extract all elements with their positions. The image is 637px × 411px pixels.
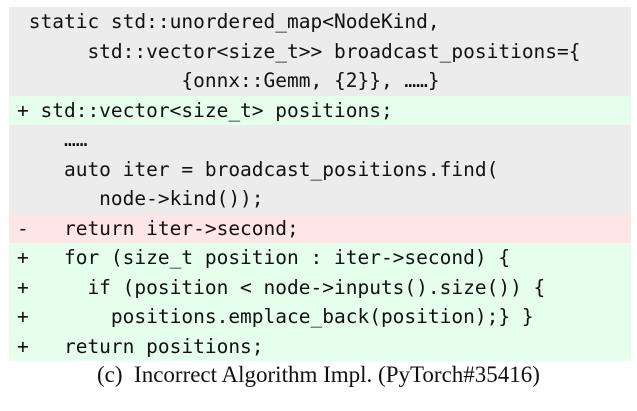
code-diff-block: static std::unordered_map<NodeKind, std:… [9,7,631,361]
diff-line-added: + for (size_t position : iter->second) { [9,243,631,273]
diff-line-context: static std::unordered_map<NodeKind, [9,7,631,37]
diff-line-added: + positions.emplace_back(position);} } [9,302,631,332]
diff-line-added: + return positions; [9,331,631,361]
diff-line-context: …… [9,125,631,155]
diff-line-context: {onnx::Gemm, {2}}, ……} [9,66,631,96]
diff-line-context: std::vector<size_t>> broadcast_positions… [9,36,631,66]
diff-line-added: + std::vector<size_t> positions; [9,95,631,125]
diff-line-added: + if (position < node->inputs().size()) … [9,272,631,302]
diff-line-context: auto iter = broadcast_positions.find( [9,154,631,184]
code-diff-figure: static std::unordered_map<NodeKind, std:… [9,7,631,361]
diff-line-removed: - return iter->second; [9,213,631,243]
figure-caption: (c) Incorrect Algorithm Impl. (PyTorch#3… [97,362,540,387]
diff-line-context: node->kind()); [9,184,631,214]
